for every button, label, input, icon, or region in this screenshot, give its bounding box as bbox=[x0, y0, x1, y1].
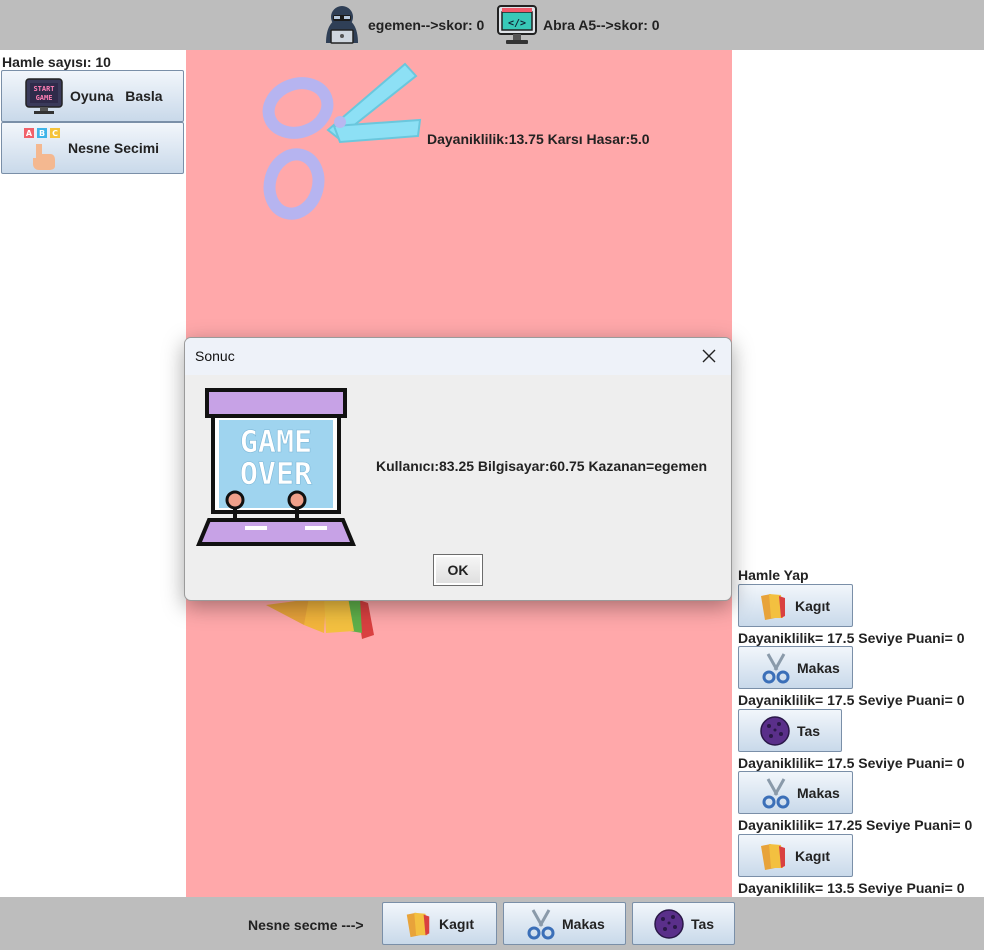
result-message: Kullanıcı:83.25 Bilgisayar:60.75 Kazanan… bbox=[376, 458, 708, 474]
ok-button[interactable]: OK bbox=[433, 554, 483, 586]
code-monitor-icon: </> bbox=[497, 5, 537, 44]
svg-text:</>: </> bbox=[508, 18, 526, 29]
paper-icon bbox=[406, 912, 430, 937]
select-rock-label: Tas bbox=[691, 915, 715, 932]
svg-text:B: B bbox=[39, 129, 45, 138]
select-rock-button[interactable]: Tas bbox=[632, 902, 735, 945]
paper-icon bbox=[761, 593, 785, 620]
rock-icon bbox=[654, 908, 684, 939]
move-button-paper[interactable]: Kagıt bbox=[738, 584, 853, 627]
svg-text:C: C bbox=[52, 129, 58, 138]
move-stats: Dayaniklilik= 17.25 Seviye Puani= 0 bbox=[738, 817, 973, 833]
scissors-icon bbox=[762, 652, 790, 683]
score-header: egemen-->skor: 0 </> Abra A5-->skor: 0 bbox=[0, 0, 984, 50]
game-over-text-top: GAME bbox=[240, 425, 312, 460]
move-stats: Dayaniklilik= 13.5 Seviye Puani= 0 bbox=[738, 880, 965, 896]
move-button-scissors[interactable]: Makas bbox=[738, 771, 853, 814]
move-count: Hamle sayısı: 10 bbox=[2, 54, 111, 70]
moves-title: Hamle Yap bbox=[738, 567, 809, 583]
game-over-arcade-icon: GAME OVER bbox=[196, 388, 356, 546]
computer-score: Abra A5-->skor: 0 bbox=[543, 17, 660, 33]
left-panel: Hamle sayısı: 10 START GAME Oyuna Basla … bbox=[0, 50, 186, 897]
move-button-rock[interactable]: Tas bbox=[738, 709, 842, 752]
object-select-label: Nesne Secimi bbox=[68, 140, 160, 156]
scissors-icon bbox=[527, 908, 555, 939]
game-over-text-bottom: OVER bbox=[240, 457, 313, 492]
move-label: Tas bbox=[797, 722, 821, 739]
scissors-icon bbox=[262, 62, 422, 220]
move-label: Kagıt bbox=[795, 847, 830, 864]
start-game-button[interactable]: START GAME Oyuna Basla bbox=[1, 70, 184, 122]
object-select-bar: Nesne secme ---> Kagıt Makas Tas bbox=[0, 897, 984, 950]
player-score: egemen-->skor: 0 bbox=[368, 17, 485, 33]
select-paper-label: Kagıt bbox=[439, 915, 474, 932]
select-scissors-label: Makas bbox=[562, 915, 605, 932]
move-button-scissors[interactable]: Makas bbox=[738, 646, 853, 689]
svg-text:START: START bbox=[33, 85, 54, 93]
move-stats: Dayaniklilik= 17.5 Seviye Puani= 0 bbox=[738, 692, 965, 708]
dialog-title: Sonuc bbox=[195, 348, 235, 364]
object-select-button[interactable]: A B C Nesne Secimi bbox=[1, 122, 184, 174]
arena-stats: Dayaniklilik:13.75 Karsı Hasar:5.0 bbox=[427, 131, 650, 147]
paper-icon bbox=[761, 843, 785, 870]
start-game-label: Oyuna Basla bbox=[70, 88, 163, 104]
move-label: Makas bbox=[797, 784, 840, 801]
select-scissors-button[interactable]: Makas bbox=[503, 902, 626, 945]
rock-icon bbox=[760, 715, 790, 746]
dialog-titlebar: Sonuc bbox=[185, 338, 731, 375]
select-prompt: Nesne secme ---> bbox=[248, 917, 364, 933]
move-stats: Dayaniklilik= 17.5 Seviye Puani= 0 bbox=[738, 755, 965, 771]
move-stats: Dayaniklilik= 17.5 Seviye Puani= 0 bbox=[738, 630, 965, 646]
svg-text:A: A bbox=[26, 129, 33, 138]
paper-stack-icon bbox=[266, 597, 374, 639]
close-icon[interactable] bbox=[701, 348, 717, 364]
abc-touch-icon: A B C bbox=[24, 128, 60, 170]
move-label: Kagıt bbox=[795, 597, 830, 614]
hacker-avatar-icon bbox=[326, 6, 358, 44]
start-game-icon: START GAME bbox=[25, 78, 63, 114]
select-paper-button[interactable]: Kagıt bbox=[382, 902, 497, 945]
result-dialog: Sonuc GAME OVER Kullanıcı:83.25 Bilgisay… bbox=[184, 337, 732, 601]
svg-text:GAME: GAME bbox=[36, 94, 53, 102]
move-label: Makas bbox=[797, 659, 840, 676]
scissors-icon bbox=[762, 777, 790, 808]
move-button-paper[interactable]: Kagıt bbox=[738, 834, 853, 877]
moves-panel: Hamle Yap Kagıt Dayaniklilik= 17.5 Seviy… bbox=[732, 50, 984, 897]
